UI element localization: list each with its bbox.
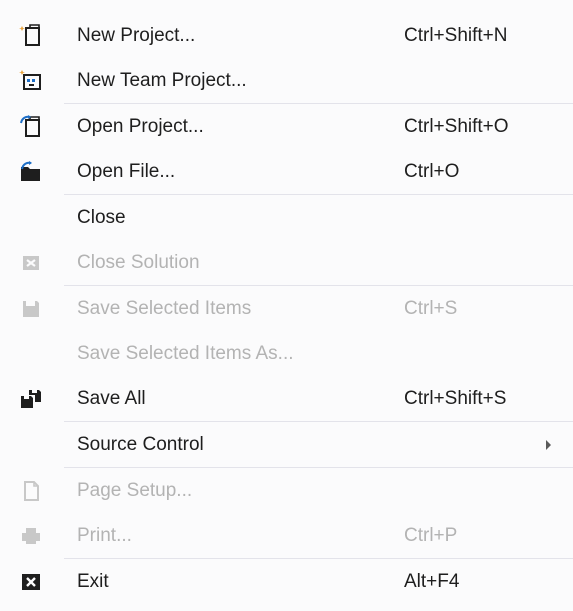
menu-item-page-setup: Page Setup... xyxy=(0,468,573,513)
menu-item-label: Save Selected Items As... xyxy=(77,342,294,364)
menu-item-label: New Project... xyxy=(77,24,196,46)
menu-item-save-selected-items-as: Save Selected Items As... xyxy=(0,331,573,376)
menu-item-close-solution: Close Solution xyxy=(0,240,573,285)
menu-item-close[interactable]: Close xyxy=(0,195,573,240)
close-solution-icon xyxy=(18,250,44,276)
new-team-project-icon xyxy=(18,68,44,94)
page-setup-icon xyxy=(18,478,44,504)
menu-item-label: Print... xyxy=(77,524,132,546)
submenu-arrow-icon xyxy=(546,439,551,450)
menu-item-exit[interactable]: Exit Alt+F4 xyxy=(0,559,573,604)
menu-item-open-file[interactable]: Open File... Ctrl+O xyxy=(0,149,573,194)
new-project-icon xyxy=(18,23,44,49)
menu-item-label: Open Project... xyxy=(77,115,204,137)
menu-item-shortcut: Alt+F4 xyxy=(404,570,460,592)
menu-item-save-all[interactable]: Save All Ctrl+Shift+S xyxy=(0,376,573,421)
menu-item-shortcut: Ctrl+Shift+O xyxy=(404,115,509,137)
menu-item-label: Close xyxy=(77,206,126,228)
menu-item-new-team-project[interactable]: New Team Project... xyxy=(0,58,573,103)
print-icon xyxy=(18,523,44,549)
menu-item-shortcut: Ctrl+Shift+S xyxy=(404,387,507,409)
menu-item-source-control[interactable]: Source Control xyxy=(0,422,573,467)
menu-item-label: Close Solution xyxy=(77,251,200,273)
menu-item-label: Exit xyxy=(77,570,109,592)
menu-item-label: Save Selected Items xyxy=(77,297,252,319)
menu-item-shortcut: Ctrl+O xyxy=(404,160,460,182)
menu-item-open-project[interactable]: Open Project... Ctrl+Shift+O xyxy=(0,104,573,149)
open-project-icon xyxy=(18,114,44,140)
menu-item-print: Print... Ctrl+P xyxy=(0,513,573,558)
menu-item-new-project[interactable]: New Project... Ctrl+Shift+N xyxy=(0,13,573,58)
menu-item-label: Page Setup... xyxy=(77,479,193,501)
menu-item-shortcut: Ctrl+Shift+N xyxy=(404,24,508,46)
menu-item-label: New Team Project... xyxy=(77,69,247,91)
menu-item-shortcut: Ctrl+P xyxy=(404,524,458,546)
menu-item-shortcut: Ctrl+S xyxy=(404,297,458,319)
menu-item-save-selected-items: Save Selected Items Ctrl+S xyxy=(0,286,573,331)
save-icon xyxy=(18,296,44,322)
file-menu: New Project... Ctrl+Shift+N New Team Pro… xyxy=(0,0,573,611)
menu-item-label: Source Control xyxy=(77,433,204,455)
save-all-icon xyxy=(18,386,44,412)
menu-item-label: Open File... xyxy=(77,160,176,182)
open-file-icon xyxy=(18,159,44,185)
menu-item-label: Save All xyxy=(77,387,146,409)
exit-icon xyxy=(18,569,44,595)
